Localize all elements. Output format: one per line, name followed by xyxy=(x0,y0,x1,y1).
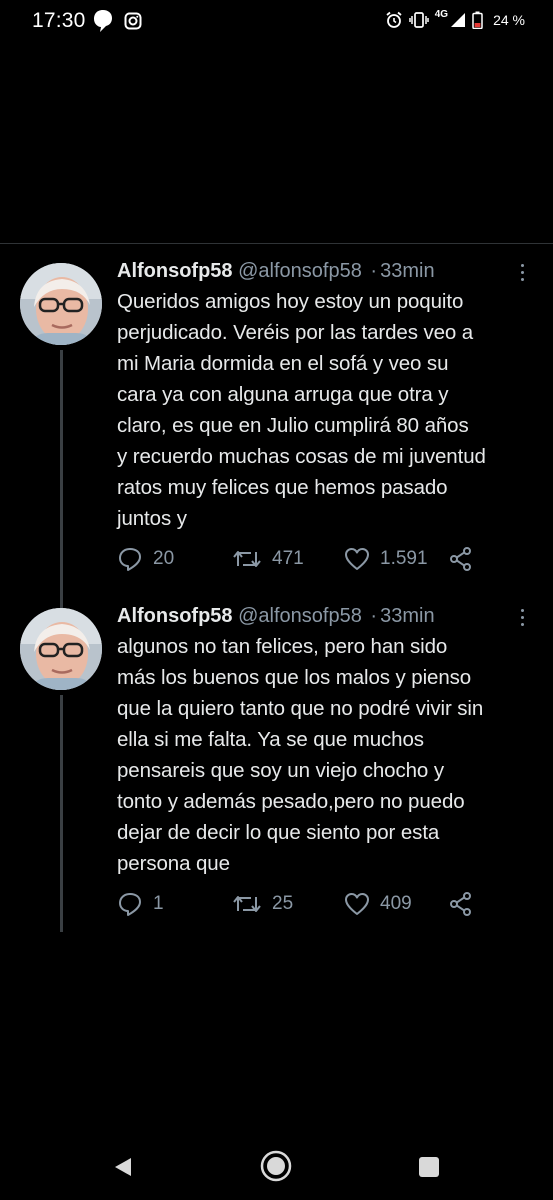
divider xyxy=(0,243,553,244)
reply-icon xyxy=(117,547,143,571)
reply-button[interactable]: 20 xyxy=(117,547,232,571)
reply-icon xyxy=(117,892,143,916)
retweet-icon xyxy=(232,548,262,570)
home-icon[interactable] xyxy=(260,1150,292,1187)
tweet-actions: 20 471 1.591 xyxy=(117,544,477,574)
status-time: 17:30 xyxy=(32,9,86,32)
user-name[interactable]: Alfonsofp58 xyxy=(117,260,233,282)
tweet-text: algunos no tan felices, pero han sido má… xyxy=(117,635,484,875)
avatar[interactable] xyxy=(20,263,102,345)
share-icon xyxy=(448,546,474,572)
user-handle[interactable]: @alfonsofp58 xyxy=(238,605,362,627)
battery-percent: 24 % xyxy=(493,12,525,28)
heart-icon xyxy=(344,892,370,916)
retweet-count: 471 xyxy=(272,548,304,569)
tweet-header: Alfonsofp58 @alfonsofp58 · 33min xyxy=(117,603,517,629)
tweet-time[interactable]: 33min xyxy=(380,260,434,282)
system-icons: 4G 24 % xyxy=(385,8,525,29)
user-name[interactable]: Alfonsofp58 xyxy=(117,605,233,627)
avatar[interactable] xyxy=(20,608,102,690)
reply-count: 20 xyxy=(153,548,175,569)
more-options-icon[interactable] xyxy=(519,264,525,286)
tweet-content: Alfonsofp58 @alfonsofp58 · 33min Queridos… xyxy=(117,258,517,534)
like-count: 409 xyxy=(380,893,412,914)
like-button[interactable]: 1.591 xyxy=(344,547,448,571)
reply-button[interactable]: 1 xyxy=(117,892,232,916)
like-count: 1.591 xyxy=(380,548,428,569)
share-button[interactable] xyxy=(448,546,474,572)
signal-icon xyxy=(450,12,466,28)
retweet-icon xyxy=(232,893,262,915)
notification-icons xyxy=(92,9,142,38)
back-icon[interactable] xyxy=(113,1156,133,1183)
retweet-button[interactable]: 471 xyxy=(232,548,344,570)
heart-icon xyxy=(344,547,370,571)
tweet-header: Alfonsofp58 @alfonsofp58 · 33min xyxy=(117,258,517,284)
retweet-button[interactable]: 25 xyxy=(232,893,344,915)
share-button[interactable] xyxy=(448,891,474,917)
tweet-actions: 1 25 409 xyxy=(117,889,477,919)
tweet-text: Queridos amigos hoy estoy un poquito per… xyxy=(117,290,486,530)
user-handle[interactable]: @alfonsofp58 xyxy=(238,260,362,282)
tweet-content: Alfonsofp58 @alfonsofp58 · 33min algunos … xyxy=(117,603,517,879)
vibrate-icon xyxy=(408,12,429,28)
tweet-time[interactable]: 33min xyxy=(380,605,434,627)
header-separator: · xyxy=(370,605,378,627)
retweet-count: 25 xyxy=(272,893,294,914)
recent-apps-icon[interactable] xyxy=(419,1157,439,1177)
thread-line xyxy=(60,695,63,932)
more-options-icon[interactable] xyxy=(519,609,525,631)
header-separator: · xyxy=(370,260,378,282)
instagram-icon xyxy=(124,12,142,35)
battery-icon xyxy=(472,11,483,29)
network-type: 4G xyxy=(434,8,449,20)
chat-bubble-icon xyxy=(92,9,114,38)
navigation-bar xyxy=(0,1140,553,1200)
like-button[interactable]: 409 xyxy=(344,892,448,916)
share-icon xyxy=(448,891,474,917)
alarm-icon xyxy=(385,11,403,29)
status-bar: 17:30 4G 24 % xyxy=(0,0,553,44)
reply-count: 1 xyxy=(153,893,164,914)
